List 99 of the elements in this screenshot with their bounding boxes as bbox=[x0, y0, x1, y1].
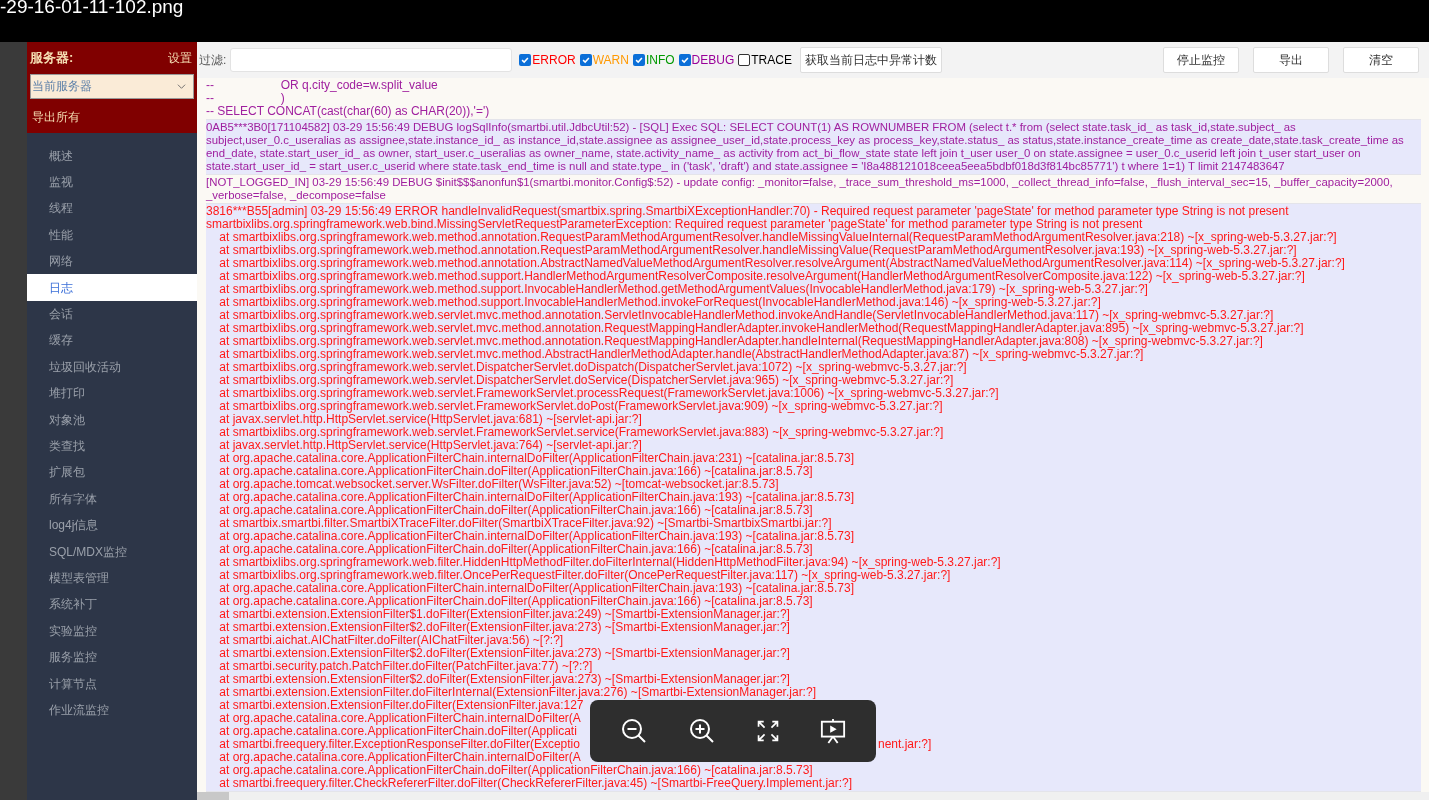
nav-item[interactable]: 性能 bbox=[27, 221, 197, 249]
log-line: at smartbixlibs.org.springframework.web.method.support.InvocableHandlerMethod.invokeForRequest(InvocableHandlerMethod.java:146) ~[x_spring-web-5.3.27.jar:?] bbox=[218, 295, 1101, 309]
log-line: at org.apache.catalina.core.ApplicationFilterChain.internalDoFilter(ApplicationFilterChain.java:193) ~[catalina.jar:8.5.73] bbox=[218, 581, 855, 595]
log-line: at smartbixlibs.org.springframework.web.method.annotation.AbstractNamedValueMethodArgumentResolver.resolveArgument(AbstractNamedValueMethodArgumentResolver.java:114) ~[x_spring-web-5.3.27.jar:?] bbox=[218, 256, 1345, 270]
log-line: -- ) bbox=[206, 91, 285, 105]
nav-item[interactable]: SQL/MDX监控 bbox=[27, 538, 197, 565]
nav-item[interactable]: 作业流监控 bbox=[27, 696, 197, 724]
log-line: at smartbixlibs.org.springframework.web.servlet.mvc.method.annotation.RequestMappingHandlerAdapter.handleInternal(RequestMappingHandlerAdapter.java:808) ~[x_spring-webmvc-5.3.27.jar:?] bbox=[218, 334, 1263, 348]
log-line: at smartbixlibs.org.springframework.web.servlet.DispatcherServlet.doService(DispatcherServlet.java:965) ~[x_spring-webmvc-5.3.27.jar:?] bbox=[218, 373, 954, 387]
log-line: 0AB5***3B0[171104582] 03-29 15:56:49 DEBUG logSqlInfo(smartbi.util.JdbcUtil:52) - [SQL] Exec SQL: SELECT COUNT(1) AS ROWNUMBER FROM (select t.* from (select state.task_id_ as task_id,state.subject_ as subject,user_0.c_useralias as assignee,state.instance_id_ as instance_id,state.assignee as assignee_user_id,state.process_key as process_key,state.status_ as status,state.instance_create_time as create_date,state.task_create_time as end_date, state.start_user_id_ as owner, start_user.c_useralias as owner_name, state.activity_name_ as activity from act_bi_flow_state state left join t_user user_0 on state.assignee = user_0.c_userid left join t_user start_user on state.start_user_id_ = start_user.c_userid where state.task_end_time is null and state.type_ in ('task', 'draft') and state.assignee = 'I8a488121018ceea5eea5bdbf018d3f814bc85771') t where 1=1) T limit 2147483647 bbox=[206, 121, 1405, 172]
action-button[interactable]: 清空 bbox=[1343, 47, 1419, 73]
nav-item[interactable]: 堆打印 bbox=[27, 380, 197, 407]
log-line: [NOT_LOGGED_IN] 03-29 15:56:49 DEBUG $init$$$anonfun$1(smartbi.monitor.Config$:52) - update config: _monitor=false, _trace_sum_threshold_ms=1000, _collect_thread_info=false, _flush_interval_sec=15, _buffer_capacity=2000, _verbose=false, _decompose=false bbox=[206, 176, 1394, 201]
export-all-button[interactable]: 导出所有 bbox=[30, 104, 194, 129]
level-label: TRACE bbox=[751, 52, 792, 69]
checkbox[interactable] bbox=[738, 54, 751, 66]
checkbox[interactable] bbox=[632, 54, 645, 66]
log-line: smartbixlibs.org.springframework.web.bind.MissingServletRequestParameterException: Required request parameter 'pageState' for method parameter type String is not present bbox=[206, 217, 1143, 231]
log-line: at org.apache.catalina.core.ApplicationFilterChain.doFilter(ApplicationFilterChain.java:166) ~[catalina.jar:8.5.73] bbox=[218, 594, 813, 608]
log-line: at smartbixlibs.org.springframework.web.servlet.mvc.method.AbstractHandlerMethodAdapter.handle(AbstractHandlerMethodAdapter.java:87) ~[x_spring-webmvc-5.3.27.jar:?] bbox=[218, 347, 1144, 361]
level-label: ERROR bbox=[532, 52, 576, 69]
nav-item[interactable]: 日志 bbox=[27, 274, 197, 301]
checkbox[interactable] bbox=[519, 54, 532, 66]
log-line: at javax.servlet.http.HttpServlet.service(HttpServlet.java:681) ~[servlet-api.jar:?] bbox=[218, 412, 642, 426]
nav-item[interactable]: log4j信息 bbox=[27, 511, 197, 539]
nav-item[interactable]: 扩展包 bbox=[27, 459, 197, 486]
checkbox[interactable] bbox=[579, 54, 592, 66]
log-line: at org.apache.catalina.core.ApplicationFilterChain.internalDoFilter(A bbox=[218, 711, 581, 725]
log-line: at org.apache.catalina.core.ApplicationFilterChain.internalDoFilter(ApplicationFilterChain.java:231) ~[catalina.jar:8.5.73] bbox=[218, 451, 855, 465]
log-line: at smartbixlibs.org.springframework.web.filter.OncePerRequestFilter.doFilter(OncePerRequestFilter.java:117) ~[x_spring-web-5.3.27.jar:?] bbox=[218, 568, 951, 582]
log-line: at smartbi.freequery.filter.ExceptionResponseFilter.doFilter(Exceptio bbox=[218, 737, 580, 751]
log-line: at smartbixlibs.org.springframework.web.method.annotation.RequestParamMethodArgumentResolver.handleMissingValueInternal(RequestParamMethodArgumentResolver.java:218) ~[x_spring-web-5.3.27.jar:?] bbox=[219, 230, 1337, 244]
log-line: at smartbi.aichat.AIChatFilter.doFilter(AIChatFilter.java:56) ~[?:?] bbox=[218, 633, 564, 647]
nav-item[interactable]: 监视 bbox=[27, 168, 197, 196]
log-line: at smartbixlibs.org.springframework.web.servlet.mvc.method.annotation.RequestMappingHandlerAdapter.invokeHandlerMethod(RequestMappingHandlerAdapter.java:895) ~[x_spring-webmvc-5.3.27.jar:?] bbox=[218, 321, 1304, 335]
filter-field[interactable] bbox=[230, 48, 513, 72]
log-line: at javax.servlet.http.HttpServlet.service(HttpServlet.java:764) ~[servlet-api.jar:?] bbox=[218, 438, 642, 452]
log-line: at org.apache.catalina.core.ApplicationFilterChain.doFilter(ApplicationFilterChain.java:166) ~[catalina.jar:8.5.73] bbox=[218, 464, 813, 478]
log-line: at smartbi.extension.ExtensionFilter$2.doFilter(ExtensionFilter.java:273) ~[Smartbi-ExtensionManager.jar:?] bbox=[218, 672, 790, 686]
log-line: at smartbixlibs.org.springframework.web.servlet.FrameworkServlet.service(FrameworkServlet.java:883) ~[x_spring-webmvc-5.3.27.jar:?] bbox=[218, 425, 944, 439]
nav-item[interactable]: 计算节点 bbox=[27, 670, 197, 697]
nav-item[interactable]: 所有字体 bbox=[27, 485, 197, 512]
log-line: 3816***B55[admin] 03-29 15:56:49 ERROR handleInvalidRequest(smartbix.spring.SmartbiXExceptionHandler:70) - Required request parameter 'pageState' for method parameter type String is not present bbox=[206, 204, 1289, 218]
zoom-in-icon[interactable] bbox=[688, 717, 716, 745]
log-line: at smartbi.security.patch.PatchFilter.doFilter(PatchFilter.java:77) ~[?:?] bbox=[218, 659, 593, 673]
nav-item[interactable]: 系统补丁 bbox=[27, 591, 197, 618]
log-line: at smartbixlibs.org.springframework.web.method.support.InvocableHandlerMethod.getMethodArgumentValues(InvocableHandlerMethod.java:179) ~[x_spring-web-5.3.27.jar:?] bbox=[218, 282, 1148, 296]
log-line: at smartbi.extension.ExtensionFilter$2.doFilter(ExtensionFilter.java:273) ~[Smartbi-ExtensionManager.jar:?] bbox=[218, 620, 790, 634]
log-line: at org.apache.catalina.core.ApplicationFilterChain.doFilter(ApplicationFilterChain.java:166) ~[catalina.jar:8.5.73] bbox=[218, 503, 813, 517]
error-count-button[interactable]: 获取当前日志中异常计数 bbox=[799, 47, 942, 73]
nav-item[interactable]: 垃圾回收活动 bbox=[27, 353, 197, 380]
log-line: at smartbixlibs.org.springframework.web.servlet.mvc.method.annotation.ServletInvocableHandlerMethod.invokeAndHandle(ServletInvocableHandlerMethod.java:117) ~[x_spring-webmvc-5.3.27.jar:?] bbox=[218, 308, 1274, 322]
slideshow-icon[interactable] bbox=[820, 718, 846, 744]
server-select[interactable]: 当前服务器 bbox=[30, 73, 194, 99]
nav-item[interactable]: 模型表管理 bbox=[27, 564, 197, 592]
log-line: at org.apache.catalina.core.ApplicationFilterChain.internalDoFilter(ApplicationFilterChain.java:193) ~[catalina.jar:8.5.73] bbox=[218, 490, 855, 504]
nav-item[interactable]: 概述 bbox=[27, 142, 197, 169]
checkbox[interactable] bbox=[678, 54, 691, 66]
log-line: at smartbi.extension.ExtensionFilter.doFilterInternal(ExtensionFilter.java:276) ~[Smartbi-ExtensionManager.jar:?] bbox=[218, 685, 816, 699]
nav-item[interactable]: 实验监控 bbox=[27, 617, 197, 644]
level-label: WARN bbox=[592, 52, 629, 69]
level-label: INFO bbox=[645, 52, 675, 69]
log-line: at org.apache.catalina.core.ApplicationFilterChain.doFilter(ApplicationFilterChain.java:166) ~[catalina.jar:8.5.73] bbox=[218, 542, 813, 556]
sidebar-title: 服务器: bbox=[30, 49, 74, 67]
level-label: DEBUG bbox=[691, 52, 735, 69]
nav-item[interactable]: 服务监控 bbox=[27, 643, 197, 671]
nav-item[interactable]: 类查找 bbox=[27, 432, 197, 460]
log-line: at smartbixlibs.org.springframework.web.method.annotation.RequestParamMethodArgumentResolver.handleMissingValue(RequestParamMethodArgumentResolver.java:193) ~[x_spring-web-5.3.27.jar:?] bbox=[218, 243, 1297, 257]
log-line: -- OR q.city_code=w.split_value bbox=[206, 78, 438, 92]
log-line: at smartbixlibs.org.springframework.web.servlet.FrameworkServlet.doPost(FrameworkServlet.java:909) ~[x_spring-webmvc-5.3.27.jar:?] bbox=[218, 399, 943, 413]
log-line: at smartbi.freequery.filter.CheckRefererFilter.doFilter(CheckRefererFilter.java:45) ~[Smartbi-FreeQuery.Implement.jar:?] bbox=[218, 776, 853, 790]
log-line: at smartbixlibs.org.springframework.web.servlet.FrameworkServlet.processRequest(FrameworkServlet.java:1006) ~[x_spring-webmvc-5.3.27.jar:?] bbox=[218, 386, 999, 400]
action-button[interactable]: 导出 bbox=[1253, 47, 1329, 73]
nav-item[interactable]: 网络 bbox=[27, 248, 197, 275]
nav-item[interactable]: 对象池 bbox=[27, 406, 197, 433]
action-button[interactable]: 停止监控 bbox=[1163, 47, 1239, 73]
chevron-icon bbox=[177, 81, 186, 91]
log-line: at smartbix.smartbi.filter.SmartbiXTraceFilter.doFilter(SmartbiXTraceFilter.java:92) ~[Smartbi-SmartbixSmartbi.jar:?] bbox=[218, 516, 832, 530]
file-name: -29-16-01-11-102.png bbox=[0, 0, 184, 17]
settings-link[interactable]: 设置 bbox=[168, 48, 194, 67]
log-line: at org.apache.catalina.core.ApplicationFilterChain.internalDoFilter(A bbox=[218, 750, 581, 764]
zoom-out-icon[interactable] bbox=[620, 717, 648, 745]
nav-item[interactable]: 线程 bbox=[27, 195, 197, 222]
log-line: at smartbixlibs.org.springframework.web.servlet.DispatcherServlet.doDispatch(DispatcherServlet.java:1072) ~[x_spring-webmvc-5.3.27.jar:?] bbox=[218, 360, 967, 374]
log-line: at smartbi.extension.ExtensionFilter$1.doFilter(ExtensionFilter.java:249) ~[Smartbi-ExtensionManager.jar:?] bbox=[218, 607, 790, 621]
log-line: at org.apache.tomcat.websocket.server.WsFilter.doFilter(WsFilter.java:52) ~[tomcat-websocket.jar:8.5.73] bbox=[218, 477, 779, 491]
log-line: at smartbixlibs.org.springframework.web.method.support.HandlerMethodArgumentResolverComposite.resolveArgument(HandlerMethodArgumentResolverComposite.java:122) ~[x_spring-web-5.3.27.jar:?] bbox=[218, 269, 1305, 283]
filter-label: 过滤: bbox=[199, 52, 227, 69]
nav-item[interactable]: 会话 bbox=[27, 300, 197, 328]
log-line: at org.apache.catalina.core.ApplicationFilterChain.internalDoFilter(ApplicationFilterChain.java:193) ~[catalina.jar:8.5.73] bbox=[218, 529, 855, 543]
nav-item[interactable]: 缓存 bbox=[27, 327, 197, 354]
log-line: at org.apache.catalina.core.ApplicationFilterChain.doFilter(ApplicationFilterChain.java:166) ~[catalina.jar:8.5.73] bbox=[218, 763, 813, 777]
log-line: -- SELECT CONCAT(cast(char(60) as CHAR(20)),'=') bbox=[206, 104, 490, 118]
log-line: at smartbixlibs.org.springframework.web.filter.HiddenHttpMethodFilter.doFilterInternal(HiddenHttpMethodFilter.java:94) ~[x_spring-web-5.3.27.jar:?] bbox=[218, 555, 1001, 569]
log-line: at smartbi.extension.ExtensionFilter$2.doFilter(ExtensionFilter.java:273) ~[Smartbi-ExtensionManager.jar:?] bbox=[218, 646, 790, 660]
log-line: nent.jar:?] bbox=[878, 738, 932, 751]
log-line: at smartbi.extension.ExtensionFilter.doFilter(ExtensionFilter.java:127 bbox=[218, 698, 584, 712]
fullscreen-icon[interactable] bbox=[756, 719, 780, 743]
log-line: at org.apache.catalina.core.ApplicationFilterChain.doFilter(Applicati bbox=[218, 724, 577, 738]
